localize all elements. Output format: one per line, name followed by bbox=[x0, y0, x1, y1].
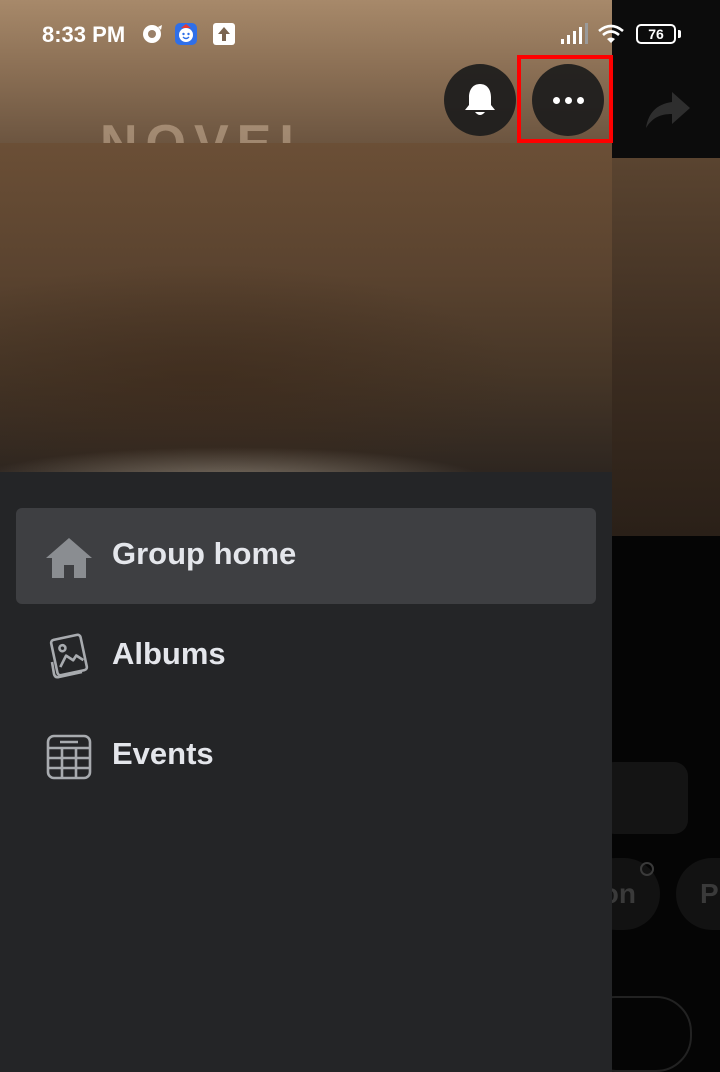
background-chip-dot bbox=[640, 862, 654, 876]
menu-item-albums[interactable]: Albums bbox=[16, 608, 596, 704]
home-icon bbox=[46, 538, 92, 578]
signal-icon bbox=[561, 23, 588, 44]
battery-tip bbox=[678, 30, 681, 38]
menu-item-group-home[interactable]: Group home bbox=[16, 508, 596, 604]
menu-item-label: Group home bbox=[112, 536, 297, 571]
menu-item-label: Albums bbox=[112, 636, 226, 671]
messenger-kids-icon bbox=[175, 23, 197, 45]
sync-icon bbox=[143, 25, 162, 43]
upload-icon bbox=[213, 23, 235, 45]
background-cover-photo bbox=[600, 158, 720, 536]
albums-icon bbox=[49, 633, 89, 679]
notifications-button[interactable] bbox=[444, 64, 516, 136]
background-chip: P bbox=[676, 858, 720, 930]
status-bar: 8:33 PM 76 bbox=[0, 0, 720, 70]
share-arrow-icon[interactable] bbox=[640, 80, 696, 136]
menu-item-label: Events bbox=[112, 736, 214, 771]
calendar-icon bbox=[46, 734, 92, 780]
status-time: 8:33 PM bbox=[42, 22, 126, 47]
battery-indicator: 76 bbox=[636, 24, 676, 44]
menu-item-events[interactable]: Events bbox=[16, 708, 596, 804]
wifi-icon bbox=[598, 24, 624, 43]
group-cover-photo bbox=[0, 143, 612, 472]
background-composer-field bbox=[600, 762, 688, 834]
navigation-drawer: NOVEL Group home Albums bbox=[0, 0, 612, 1072]
drawer-header-image-lettering: NOVEL bbox=[100, 118, 319, 143]
bell-icon bbox=[465, 84, 495, 115]
